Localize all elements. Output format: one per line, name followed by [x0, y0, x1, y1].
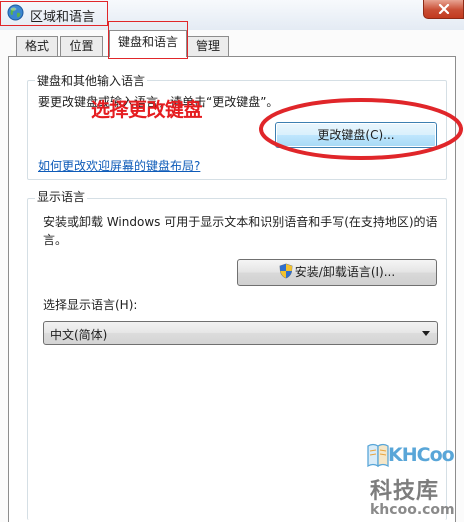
highlight-ellipse	[259, 98, 463, 160]
watermark: KHCoo 科技库 khcoo.com	[366, 436, 462, 520]
book-logo-icon	[367, 443, 389, 468]
chevron-down-icon	[422, 331, 430, 336]
tab-location[interactable]: 位置	[60, 36, 103, 56]
uac-shield-icon	[279, 263, 293, 288]
install-uninstall-languages-button[interactable]: 安装/卸载语言(I)...	[237, 259, 437, 286]
title-highlight-box	[0, 1, 108, 26]
tab-format[interactable]: 格式	[16, 36, 58, 56]
display-language-description-line1: 安装或卸载 Windows 可用于显示文本和识别语音和手写(在支持地区)的语	[43, 215, 438, 229]
tab-highlight-box	[108, 21, 188, 59]
display-language-group-title: 显示语言	[35, 188, 88, 205]
watermark-brand: KHCoo	[388, 444, 455, 466]
close-icon	[438, 4, 450, 14]
keyboard-group-title: 键盘和其他输入语言	[35, 72, 148, 89]
display-language-select[interactable]: 中文(简体)	[43, 321, 438, 345]
welcome-screen-keyboard-link[interactable]: 如何更改欢迎屏幕的键盘布局?	[38, 157, 200, 174]
tab-administrative[interactable]: 管理	[187, 36, 229, 56]
selected-language: 中文(简体)	[50, 328, 108, 342]
annotation-label: 选择更改键盘	[91, 99, 203, 121]
install-button-label: 安装/卸载语言(I)...	[294, 265, 396, 279]
close-button[interactable]	[423, 0, 464, 19]
watermark-url: khcoo.com	[370, 502, 455, 518]
select-display-language-label: 选择显示语言(H):	[43, 298, 138, 312]
watermark-chinese: 科技库	[370, 479, 440, 504]
display-language-description-line2: 言。	[43, 233, 68, 247]
